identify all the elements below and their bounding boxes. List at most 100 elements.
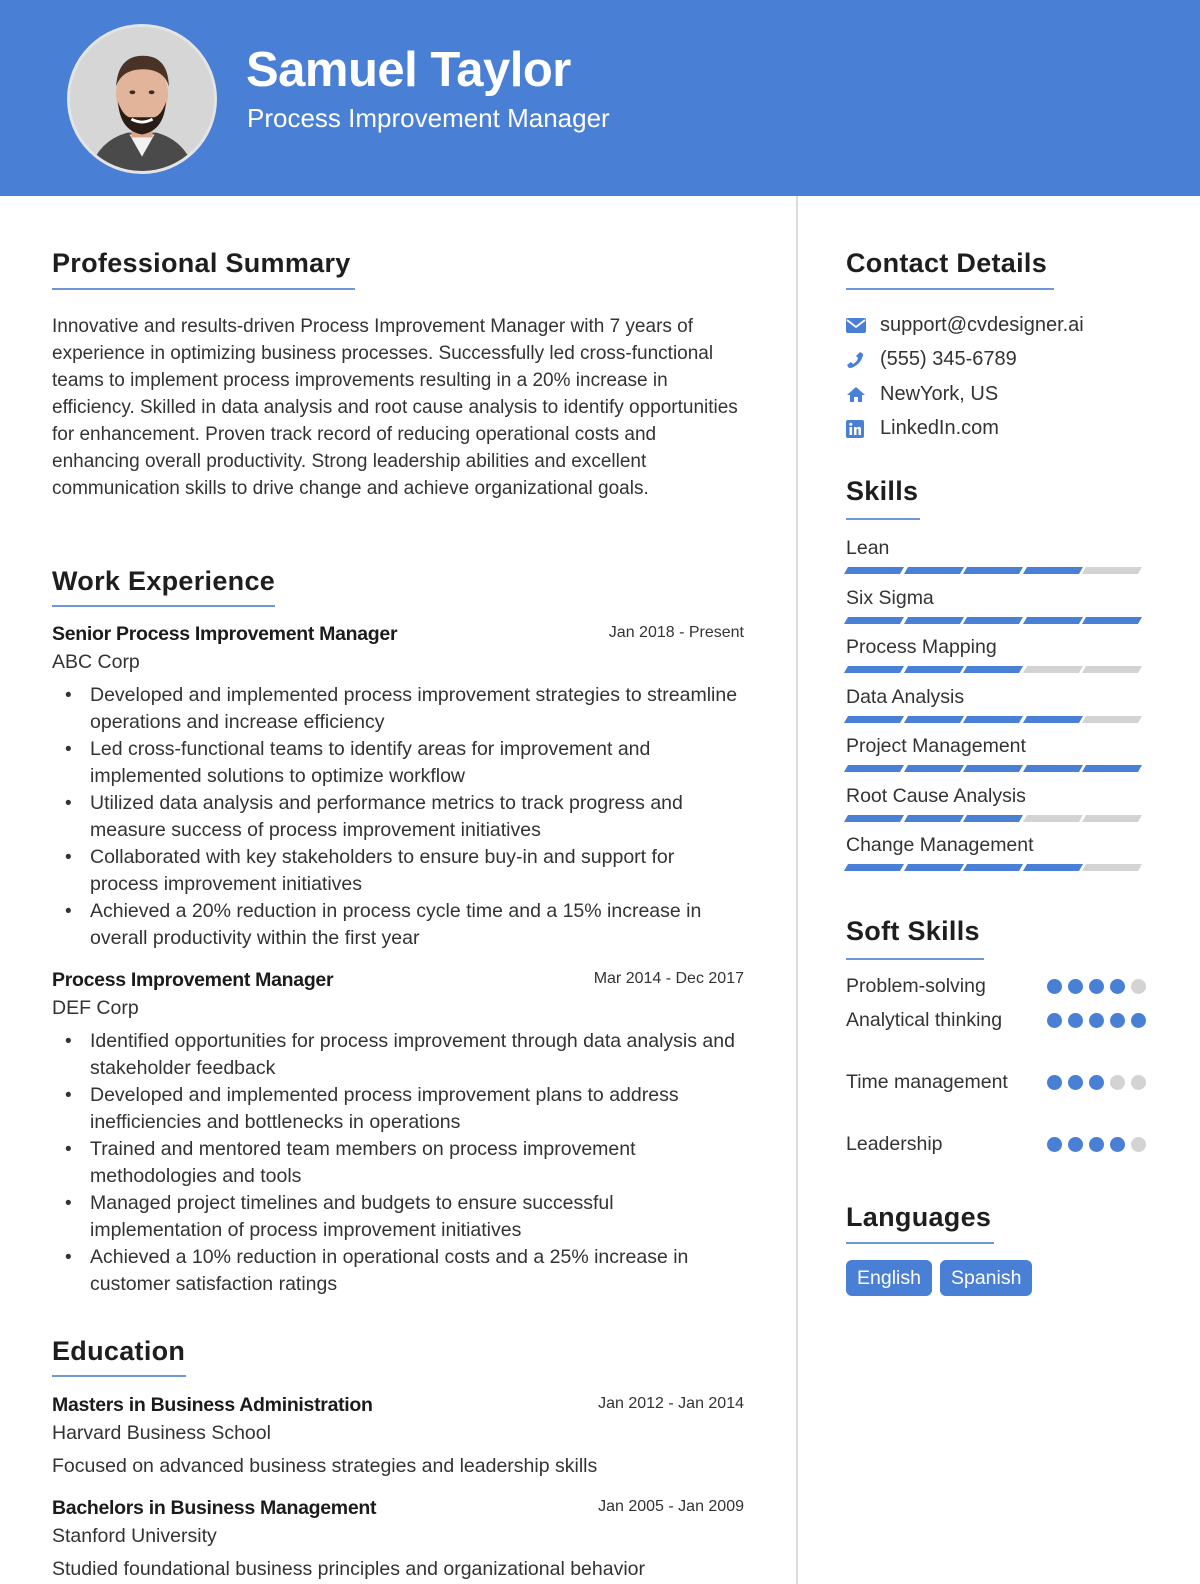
languages-list: English Spanish <box>846 1260 1033 1296</box>
rating-dot-filled <box>1131 1013 1146 1028</box>
skill-segment-filled <box>903 715 964 723</box>
soft-skill-item: Problem-solving <box>846 973 1146 1007</box>
rating-dot-filled <box>1068 979 1083 994</box>
language-badge: English <box>846 1260 932 1296</box>
soft-skill-name: Problem-solving <box>846 975 986 997</box>
skill-name: Data Analysis <box>846 685 965 708</box>
skill-item: Process Mapping <box>843 634 1146 684</box>
contact-linkedin[interactable]: LinkedIn.com <box>846 412 1166 447</box>
skill-name: Process Mapping <box>846 636 997 658</box>
candidate-title: Process Improvement Manager <box>247 103 610 133</box>
rating-dot-empty <box>1131 1075 1146 1090</box>
skill-segment-filled <box>1022 765 1083 772</box>
column-divider <box>796 196 798 1584</box>
person-portrait-icon <box>70 27 214 171</box>
skill-segment-filled <box>903 616 964 624</box>
education-entry: Bachelors in Business Management Jan 200… <box>52 1497 744 1583</box>
skill-name: Lean <box>846 537 890 559</box>
skill-segment-filled <box>963 814 1023 822</box>
job-entry: Process Improvement Manager Mar 2014 - D… <box>52 969 744 1298</box>
skill-segment-filled <box>843 616 904 624</box>
skill-segment-empty <box>1082 567 1142 574</box>
job-bullet: Collaborated with key stakeholders to en… <box>52 844 744 898</box>
soft-skill-rating <box>1047 1013 1146 1028</box>
languages-heading: Languages <box>846 1202 992 1232</box>
skill-segment-filled <box>1022 715 1083 723</box>
skill-item: Change Management <box>843 832 1146 882</box>
summary-text: Innovative and results-driven Process Im… <box>52 316 738 499</box>
rating-dot-filled <box>1089 1137 1104 1152</box>
skill-item: Project Management <box>843 733 1146 783</box>
envelope-icon <box>846 315 870 335</box>
skill-segment-filled <box>843 715 904 723</box>
rating-dot-empty <box>1131 979 1146 994</box>
education-description: Studied foundational business principles… <box>52 1558 645 1580</box>
rating-dot-filled <box>1089 1013 1104 1028</box>
rating-dot-filled <box>1047 979 1062 994</box>
rating-dot-filled <box>1068 1075 1083 1090</box>
skill-segment-filled <box>963 864 1023 871</box>
skill-segment-filled <box>903 567 964 574</box>
education-underline <box>52 1375 186 1377</box>
skill-segment-filled <box>843 814 904 822</box>
soft-skill-rating <box>1047 979 1146 994</box>
job-entry: Senior Process Improvement Manager Jan 2… <box>52 623 744 952</box>
rating-dot-filled <box>1110 1137 1125 1152</box>
rating-dot-filled <box>1047 1013 1062 1028</box>
skill-item: Lean <box>843 535 1146 585</box>
rating-dot-filled <box>1068 1013 1083 1028</box>
soft-skills-list: Problem-solving Analytical thinking Time m… <box>846 973 1146 1165</box>
soft-skills-heading: Soft Skills <box>846 916 980 946</box>
experience-heading: Work Experience <box>52 566 276 596</box>
rating-dot-filled <box>1047 1075 1062 1090</box>
summary-underline <box>52 288 355 290</box>
job-bullet: Achieved a 20% reduction in process cycl… <box>52 898 744 952</box>
soft-skill-name: Analytical thinking <box>846 1009 1003 1031</box>
contact-list: support@cvdesigner.ai (555) 345-6789 New… <box>846 308 1166 446</box>
rating-dot-filled <box>1047 1137 1062 1152</box>
school-name: Stanford University <box>52 1525 217 1547</box>
skill-level-bar <box>843 864 1142 871</box>
skill-segment-filled <box>1022 864 1083 871</box>
rating-dot-filled <box>1068 1137 1083 1152</box>
soft-skill-item: Analytical thinking <box>846 1007 1146 1069</box>
skill-segment-empty <box>1082 715 1142 723</box>
job-dates: Mar 2014 - Dec 2017 <box>593 970 744 987</box>
skill-level-bar <box>843 616 1142 624</box>
rating-dot-filled <box>1089 1075 1104 1090</box>
skill-segment-filled <box>843 864 904 871</box>
skill-level-bar <box>843 765 1142 772</box>
job-bullet: Identified opportunities for process imp… <box>52 1028 744 1082</box>
skill-level-bar <box>843 715 1142 723</box>
job-bullet: Led cross-functional teams to identify a… <box>52 736 744 790</box>
soft-skills-underline <box>846 958 984 960</box>
skill-segment-filled <box>963 715 1023 723</box>
rating-dot-empty <box>1131 1137 1146 1152</box>
job-company: DEF Corp <box>52 997 139 1019</box>
summary-heading: Professional Summary <box>52 248 351 278</box>
contact-location: NewYork, US <box>846 377 1166 412</box>
skill-segment-filled <box>963 666 1023 673</box>
skill-segment-filled <box>903 765 964 772</box>
school-name: Harvard Business School <box>52 1422 271 1444</box>
skill-level-bar <box>843 567 1142 574</box>
job-bullet: Trained and mentored team members on pro… <box>52 1136 744 1190</box>
languages-underline <box>846 1242 994 1244</box>
phone-icon <box>846 350 870 370</box>
contact-email[interactable]: support@cvdesigner.ai <box>846 308 1166 343</box>
skill-segment-filled <box>843 765 904 772</box>
job-bullets: Developed and implemented process improv… <box>52 682 744 952</box>
rating-dot-empty <box>1110 1075 1125 1090</box>
contact-linkedin-text: LinkedIn.com <box>880 417 999 440</box>
job-dates: Jan 2018 - Present <box>608 624 744 641</box>
contact-location-text: NewYork, US <box>880 382 999 405</box>
candidate-name: Samuel Taylor <box>246 43 571 97</box>
contact-phone[interactable]: (555) 345-6789 <box>846 343 1166 378</box>
experience-underline <box>52 605 275 607</box>
skill-name: Root Cause Analysis <box>846 784 1026 807</box>
rating-dot-filled <box>1110 1013 1125 1028</box>
skill-item: Root Cause Analysis <box>843 783 1146 833</box>
contact-phone-text: (555) 345-6789 <box>880 348 1017 371</box>
job-bullet: Managed project timelines and budgets to… <box>52 1190 744 1244</box>
profile-photo <box>67 24 217 174</box>
